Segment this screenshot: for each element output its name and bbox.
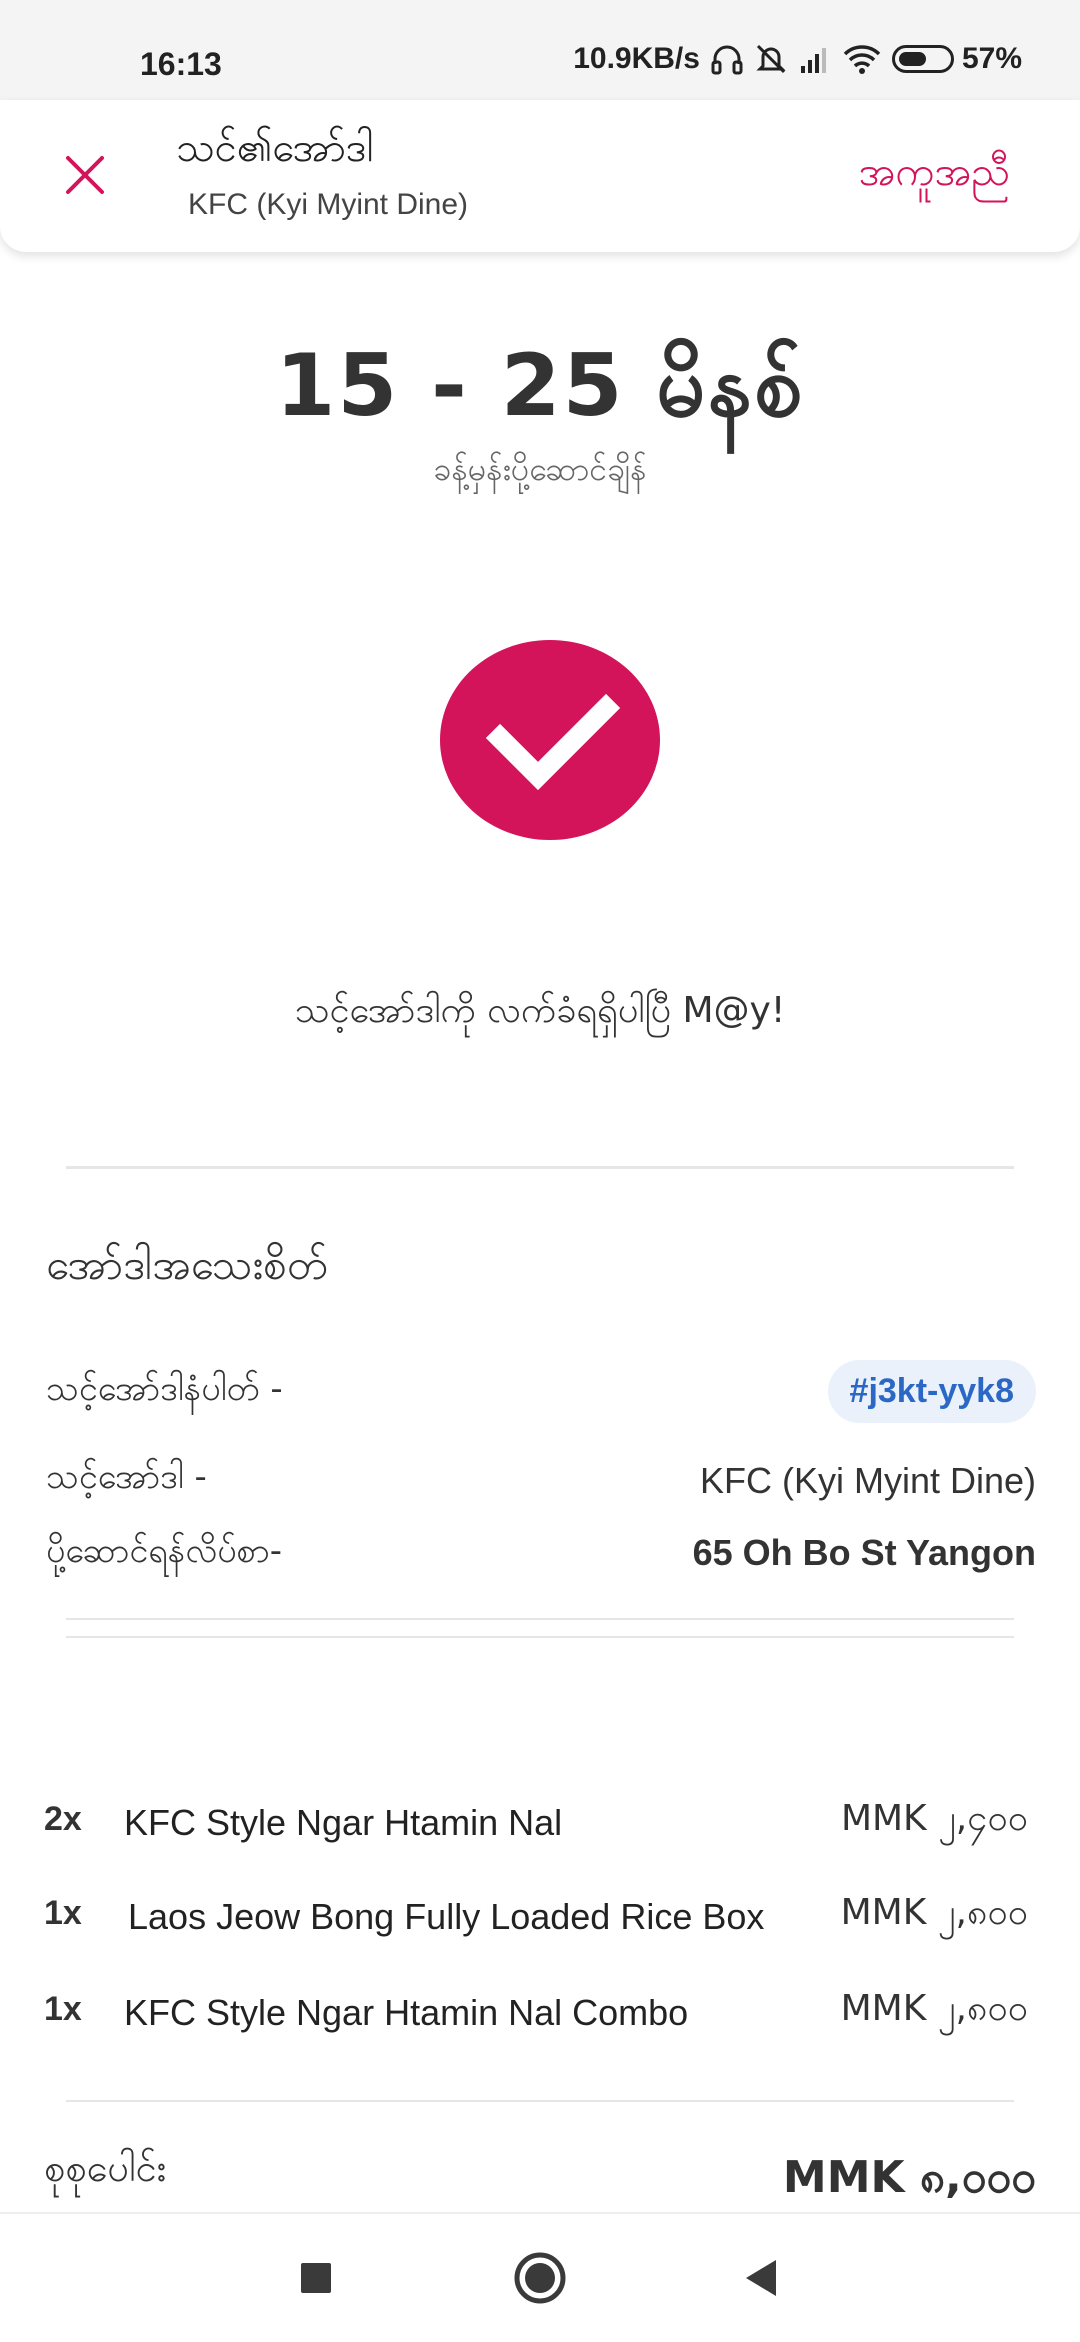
address-label: ပို့ဆောင်ရန်လိပ်စာ- [46,1531,282,1571]
item-price: MMK ၂,၄၀၀ [840,1798,1028,1839]
divider [66,2100,1014,2102]
back-icon[interactable] [732,2248,792,2308]
battery-icon: 57% [891,42,1022,76]
signal-icon [800,48,826,73]
address-value: 65 Oh Bo St Yangon [692,1532,1036,1573]
item-price: MMK ၂,၈၀၀ [840,1892,1028,1933]
system-nav-bar [0,2212,1080,2342]
item-name: Laos Jeow Bong Fully Loaded Rice Box [128,1896,765,1937]
recent-apps-icon[interactable] [286,2248,346,2308]
eta-label: ခန့်မှန်းပို့ဆောင်ချိန် [433,450,647,488]
divider [66,1166,1014,1169]
battery-percent: 57% [961,42,1022,75]
restaurant-label: သင့်အော်ဒါ - [46,1457,207,1497]
check-circle-icon [440,640,660,840]
status-icons: 10.9KB/s 57% [573,42,1022,76]
item-quantity: 1x [44,1894,82,1932]
status-bar: 16:13 10.9KB/s 57% [0,0,1080,100]
item-name: KFC Style Ngar Htamin Nal [124,1802,563,1843]
network-speed: 10.9KB/s [573,42,700,75]
item-name: KFC Style Ngar Htamin Nal Combo [124,1992,689,2033]
order-number-label: သင့်အော်ဒါနံပါတ် - [46,1369,283,1409]
item-quantity: 1x [44,1990,82,2028]
item-quantity: 2x [44,1800,82,1838]
mute-icon [756,44,786,74]
headphones-icon [711,45,743,75]
total-value: MMK ၈,၀၀၀ [782,2152,1036,2203]
order-number-badge: #j3kt-yyk8 [827,1360,1036,1423]
home-icon[interactable] [510,2248,570,2308]
help-link[interactable]: အကူအညီ [859,146,1010,205]
divider [66,1618,1014,1620]
wifi-icon [843,45,881,74]
section-title: အော်ဒါအသေးစိတ် [46,1240,328,1289]
restaurant-subtitle: KFC (Kyi Myint Dine) [188,188,469,221]
close-icon[interactable] [60,150,110,200]
item-price: MMK ၂,၈၀၀ [840,1988,1028,2029]
page-title: သင်၏အော်ဒါ [176,125,374,171]
confirmation-message: သင့်အော်ဒါကို လက်ခံရရှိပါပြီ M@y! [294,990,786,1031]
status-time: 16:13 [140,46,222,82]
eta-value: 15 - 25 မိနစ် [275,336,805,436]
restaurant-value: KFC (Kyi Myint Dine) [699,1460,1036,1501]
total-label: စုစုပေါင်း [44,2146,167,2190]
divider [66,1636,1014,1638]
order-header: သင်၏အော်ဒါ KFC (Kyi Myint Dine) အကူအညီ [0,100,1080,252]
